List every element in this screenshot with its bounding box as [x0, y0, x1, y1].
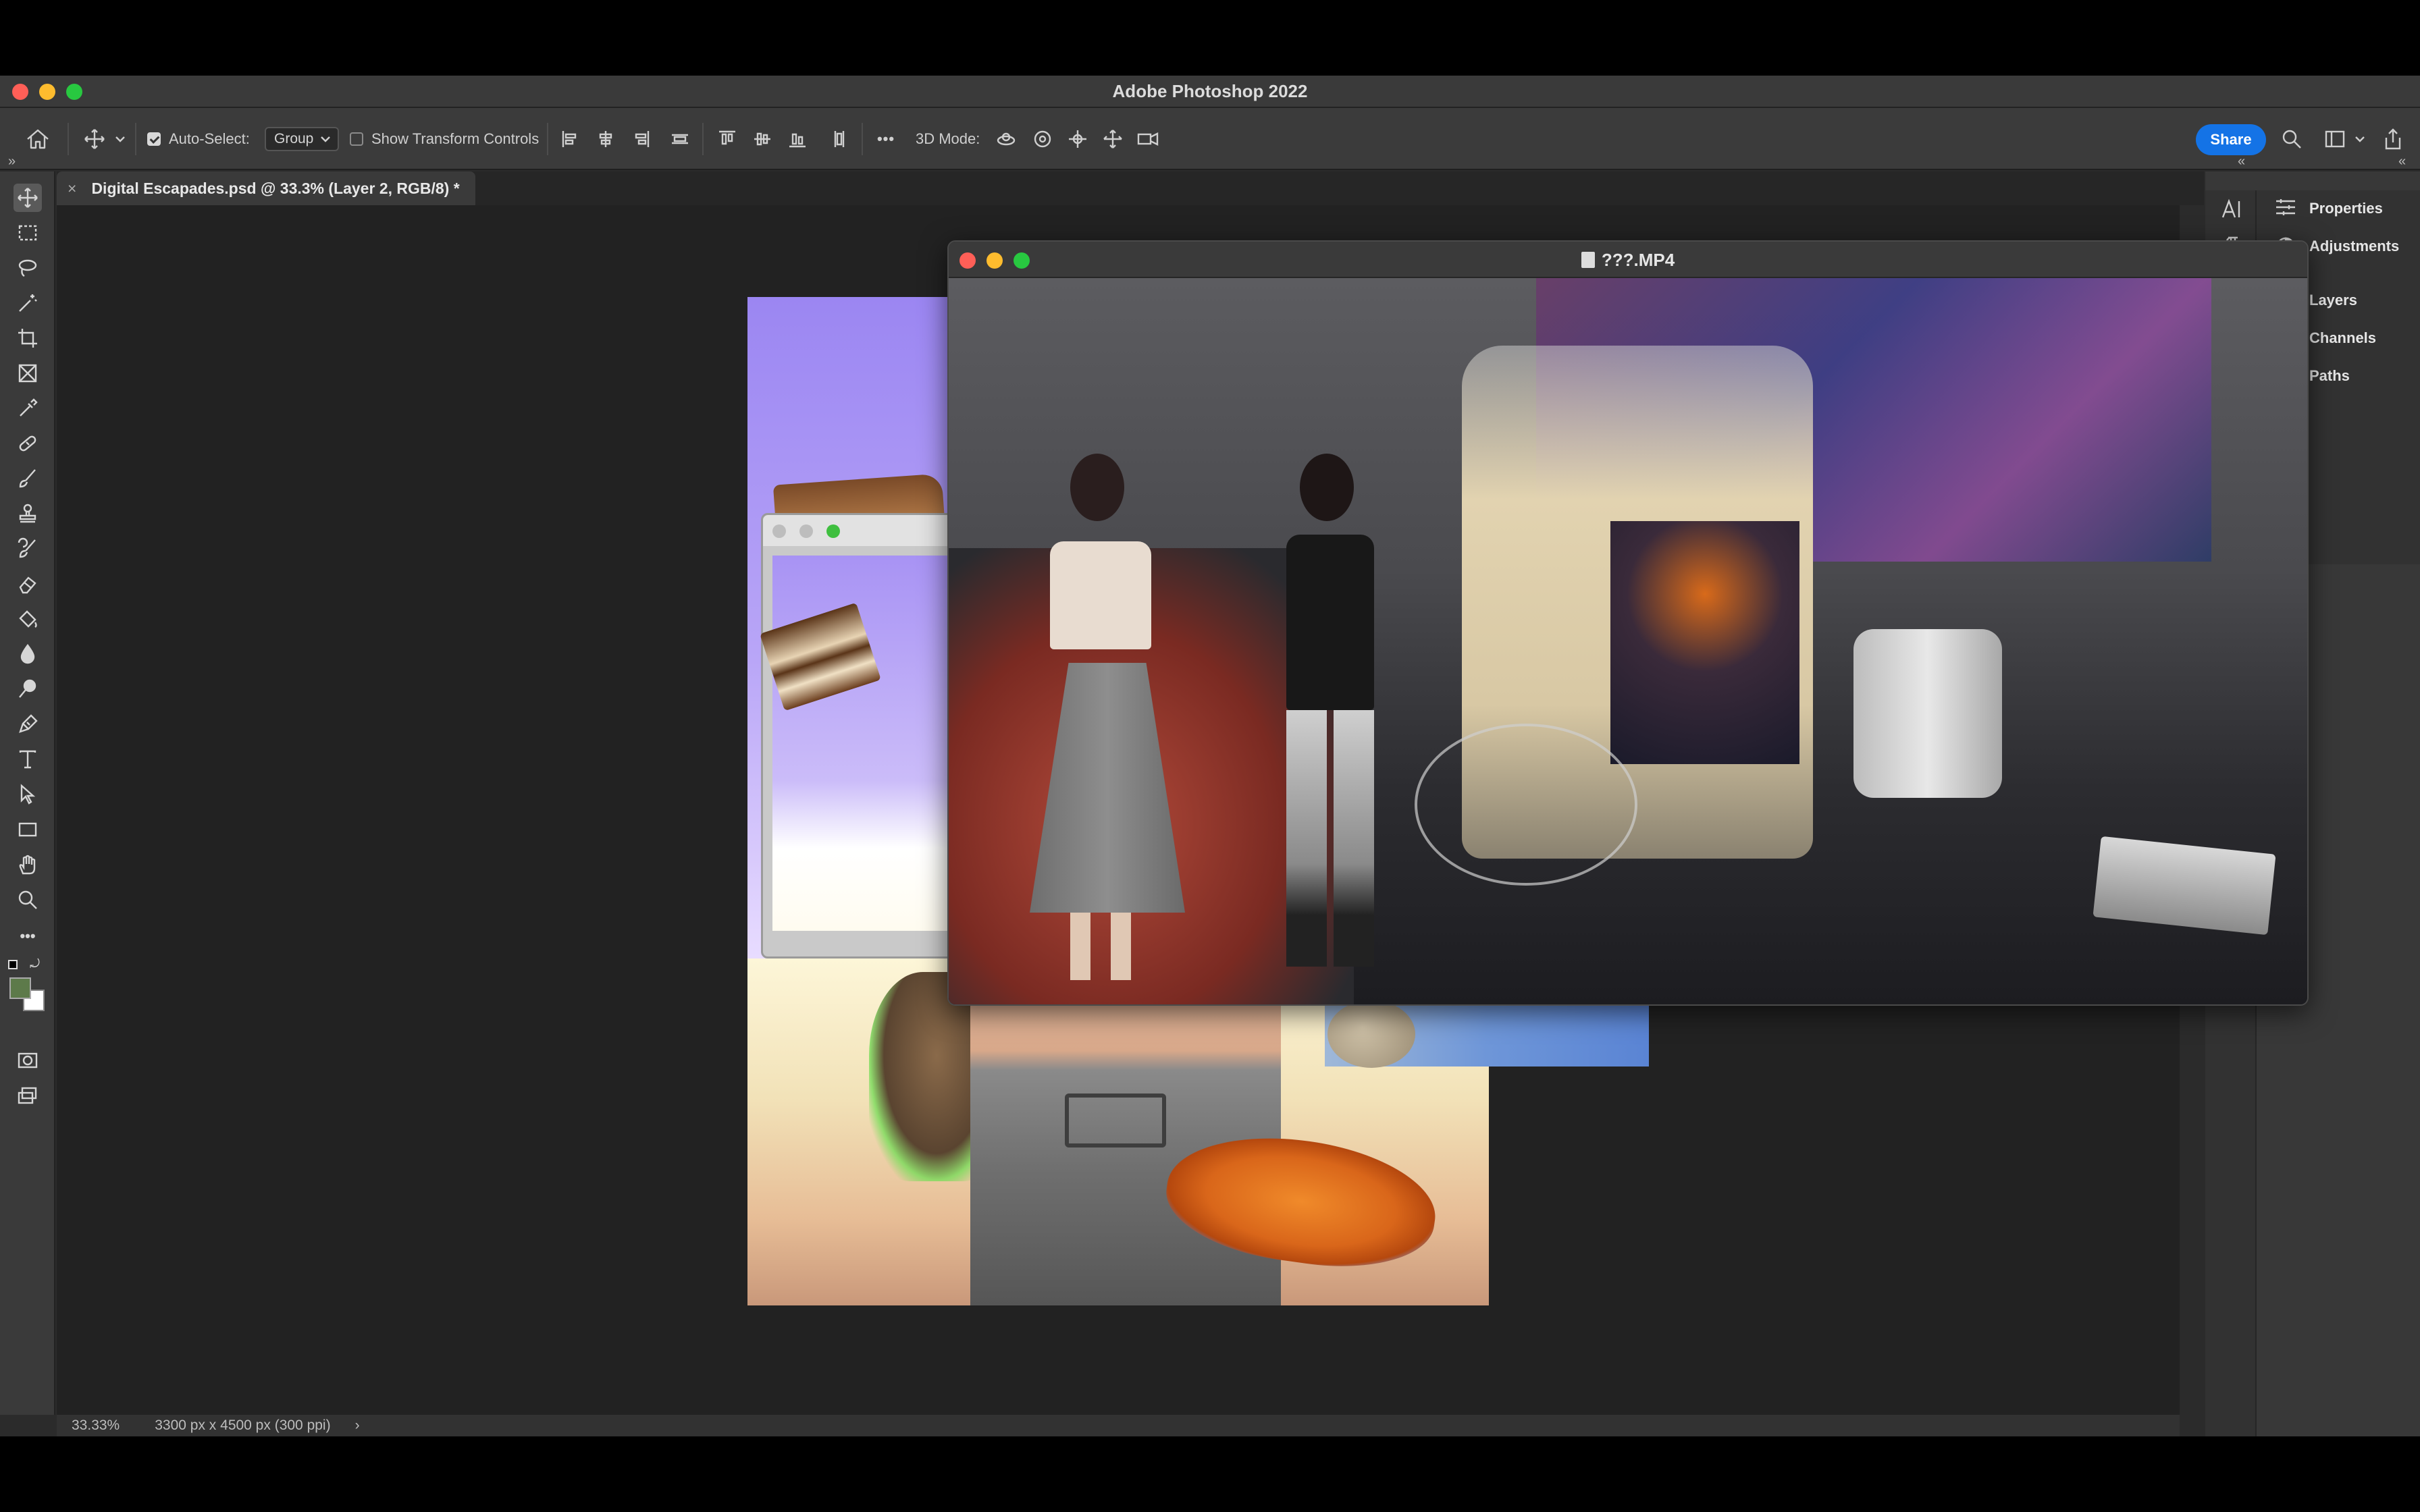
zoom-level[interactable]: 33.33%	[72, 1418, 120, 1434]
figure-black-top	[1232, 454, 1408, 994]
lasso-icon[interactable]	[14, 254, 42, 282]
align-top-icon[interactable]	[716, 126, 739, 153]
distribute-icon[interactable]	[668, 126, 691, 153]
pan-3d-icon[interactable]	[1066, 126, 1090, 153]
screen-mode-icon[interactable]	[14, 1081, 42, 1110]
search-icon[interactable]	[2278, 126, 2305, 153]
chevron-down-icon[interactable]	[2352, 126, 2367, 153]
more-tools-icon[interactable]: •••	[14, 922, 42, 950]
paths-panel-tab[interactable]: Paths	[2309, 367, 2350, 385]
move-tool-preset-icon[interactable]	[80, 126, 109, 153]
align-left-icon[interactable]	[559, 126, 582, 153]
type-icon[interactable]	[14, 745, 42, 774]
auto-select-label: Auto-Select:	[169, 130, 250, 147]
magic-wand-icon[interactable]	[14, 289, 42, 317]
show-transform-check-icon	[350, 132, 363, 146]
swap-colors-icon[interactable]: ⤾	[30, 957, 40, 971]
share-export-icon[interactable]	[2379, 126, 2406, 153]
video-window-title: ???.MP4	[1601, 250, 1675, 270]
toolbar-collapse-icon[interactable]: »	[8, 154, 16, 169]
properties-panel-tab[interactable]: Properties	[2309, 200, 2383, 217]
eyedropper-icon[interactable]	[14, 394, 42, 423]
title-bar: Adobe Photoshop 2022	[0, 76, 2420, 108]
orbit-3d-icon[interactable]	[994, 126, 1018, 153]
roll-3d-icon[interactable]	[1030, 126, 1055, 153]
options-bar: Auto-Select: Group Show Transform Contro…	[0, 108, 2420, 170]
crop-icon[interactable]	[14, 324, 42, 352]
slide-3d-icon[interactable]	[1101, 126, 1125, 153]
frame-icon[interactable]	[14, 359, 42, 387]
status-menu-arrow[interactable]: ›	[355, 1418, 360, 1434]
quick-mask-icon[interactable]	[14, 1046, 42, 1075]
distribute-vertical-icon[interactable]	[828, 126, 851, 153]
pen-icon[interactable]	[14, 710, 42, 738]
move-icon[interactable]	[14, 184, 42, 212]
align-center-icon[interactable]	[594, 126, 617, 153]
home-icon[interactable]	[22, 126, 54, 153]
default-colors-icon[interactable]	[8, 960, 18, 969]
marquee-icon[interactable]	[14, 219, 42, 247]
show-transform-label: Show Transform Controls	[371, 130, 540, 147]
layers-panel-tab[interactable]: Layers	[2309, 292, 2357, 309]
document-info: 3300 px x 4500 px (300 ppi)	[155, 1418, 331, 1433]
align-middle-icon[interactable]	[751, 126, 774, 153]
status-bar: 33.33% 3300 px x 4500 px (300 ppi) ›	[57, 1415, 2180, 1436]
auto-select-checkbox[interactable]: Auto-Select:	[147, 126, 250, 153]
paint-bucket-icon[interactable]	[14, 605, 42, 633]
3d-mode-label: 3D Mode:	[916, 130, 980, 147]
properties-icon[interactable]	[2274, 197, 2297, 217]
chevron-down-icon[interactable]	[112, 126, 128, 153]
brush-icon[interactable]	[14, 464, 42, 493]
inner-window-image	[760, 513, 964, 959]
workspace-icon[interactable]	[2321, 126, 2348, 153]
zoom-icon[interactable]	[14, 886, 42, 914]
path-selection-icon[interactable]	[14, 780, 42, 809]
align-bottom-icon[interactable]	[786, 126, 809, 153]
blur-icon[interactable]	[14, 640, 42, 668]
hand-icon[interactable]	[14, 850, 42, 879]
scale-3d-icon[interactable]	[1134, 126, 1161, 153]
channels-panel-tab[interactable]: Channels	[2309, 329, 2376, 347]
show-transform-controls-checkbox[interactable]: Show Transform Controls	[350, 126, 539, 153]
screen: Adobe Photoshop 2022 Auto-Select: Group …	[0, 0, 2420, 1512]
character-panel-icon[interactable]	[2219, 197, 2243, 221]
auto-select-check-icon	[147, 132, 161, 146]
video-frame	[949, 278, 2307, 1004]
close-tab-icon[interactable]: ×	[68, 180, 76, 198]
moon-sky-image	[1325, 1000, 1649, 1068]
document-tab[interactable]: × Digital Escapades.psd @ 33.3% (Layer 2…	[57, 171, 475, 205]
panel-collapse-icon[interactable]: «	[2398, 154, 2406, 169]
adjustments-panel-tab[interactable]: Adjustments	[2309, 238, 2399, 255]
foreground-color-swatch[interactable]	[9, 977, 31, 999]
eraser-icon[interactable]	[14, 570, 42, 598]
video-window[interactable]: ???.MP4	[947, 240, 2309, 1006]
rectangle-icon[interactable]	[14, 815, 42, 844]
tools-panel: ••• ⤾	[0, 171, 55, 1415]
auto-select-target-dropdown[interactable]: Group	[265, 126, 340, 153]
chevron-down-icon	[321, 136, 331, 142]
video-window-titlebar: ???.MP4	[949, 242, 2307, 278]
figure-white-top	[1003, 454, 1185, 994]
document-icon	[1581, 252, 1595, 268]
dodge-icon[interactable]	[14, 675, 42, 703]
more-options-button[interactable]: •••	[871, 126, 901, 153]
align-right-icon[interactable]	[629, 126, 652, 153]
auto-select-target-value: Group	[274, 131, 314, 146]
app-title: Adobe Photoshop 2022	[1112, 81, 1308, 101]
clone-stamp-icon[interactable]	[14, 500, 42, 528]
healing-brush-icon[interactable]	[14, 429, 42, 458]
document-tab-bar: × Digital Escapades.psd @ 33.3% (Layer 2…	[57, 171, 2204, 205]
document-tab-title: Digital Escapades.psd @ 33.3% (Layer 2, …	[91, 179, 460, 197]
panel-collapse-icon[interactable]: «	[2238, 154, 2245, 169]
history-brush-icon[interactable]	[14, 535, 42, 563]
share-button[interactable]: Share	[2196, 124, 2266, 155]
